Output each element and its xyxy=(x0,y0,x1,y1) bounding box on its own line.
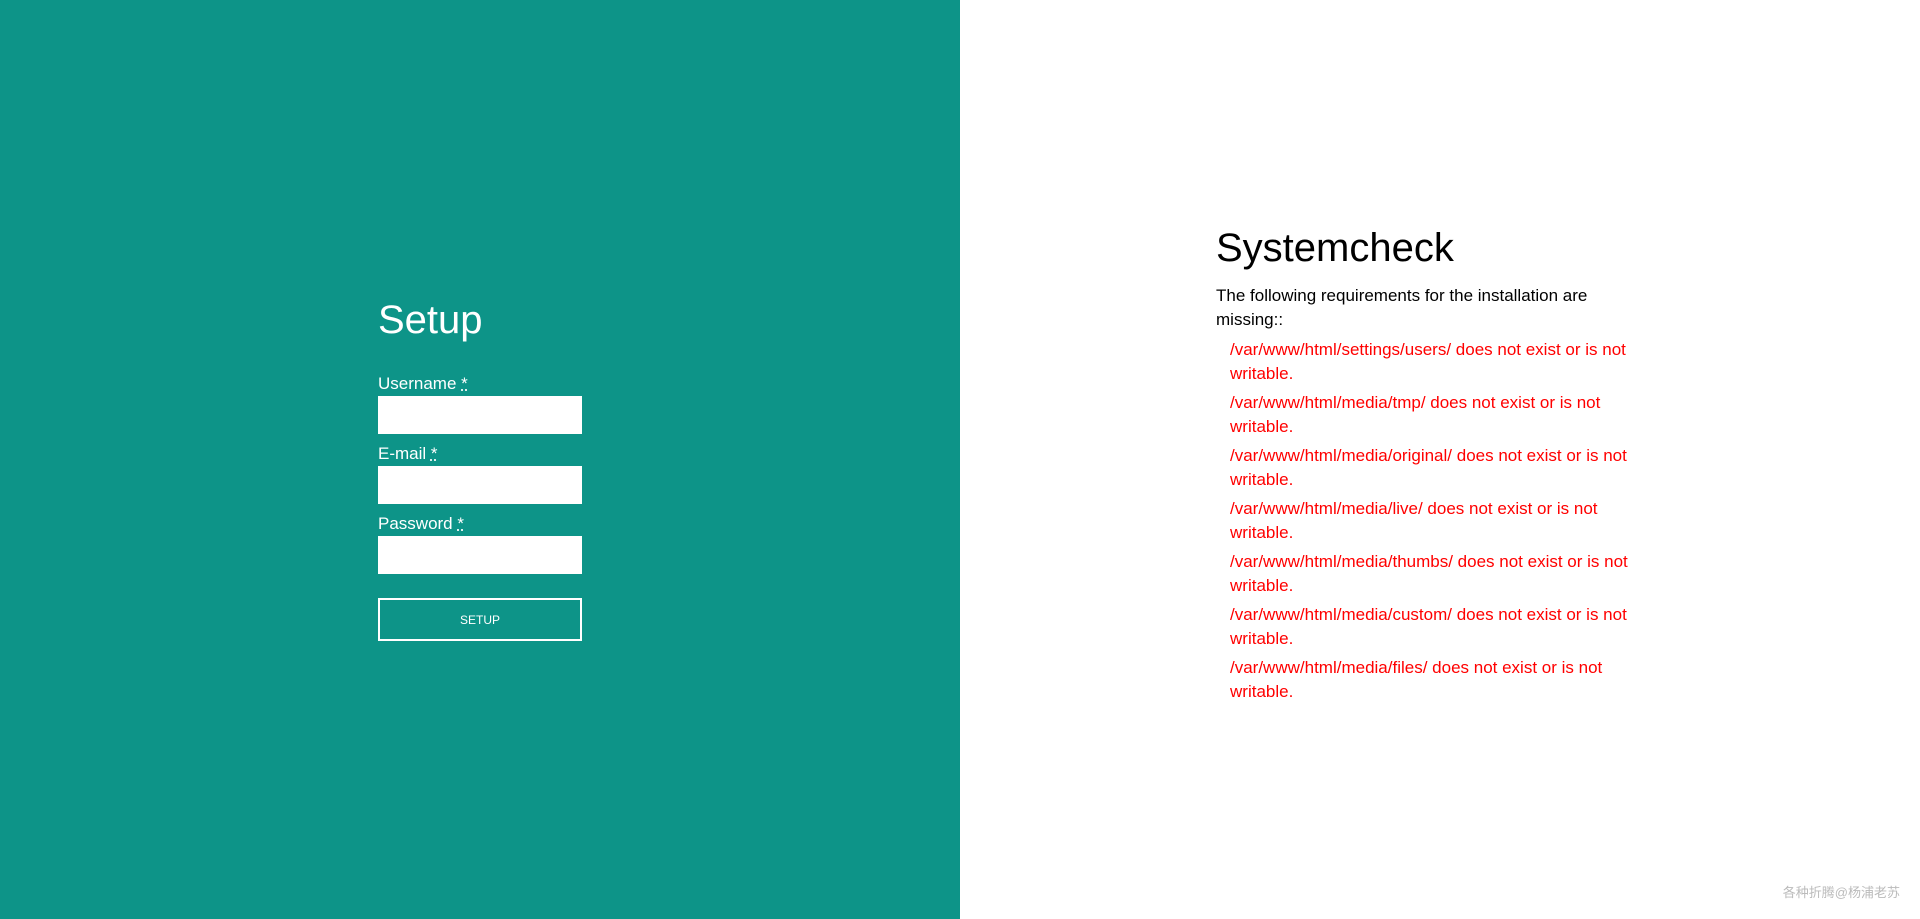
error-item: /var/www/html/media/files/ does not exis… xyxy=(1230,658,1603,701)
systemcheck-section: Systemcheck The following requirements f… xyxy=(1216,224,1646,709)
error-item: /var/www/html/media/original/ does not e… xyxy=(1230,446,1627,489)
required-marker: * xyxy=(461,374,468,393)
error-item: /var/www/html/settings/users/ does not e… xyxy=(1230,340,1626,383)
systemcheck-panel: Systemcheck The following requirements f… xyxy=(960,0,1920,919)
watermark: 各种折腾@杨浦老苏 xyxy=(1782,885,1900,900)
error-item: /var/www/html/media/thumbs/ does not exi… xyxy=(1230,552,1628,595)
email-label: E-mail * xyxy=(378,444,438,463)
username-label: Username * xyxy=(378,374,468,393)
required-marker: * xyxy=(430,444,438,463)
password-input[interactable] xyxy=(378,536,582,574)
systemcheck-title: Systemcheck xyxy=(1216,226,1454,270)
error-item: /var/www/html/media/custom/ does not exi… xyxy=(1230,605,1627,648)
username-input[interactable] xyxy=(378,396,582,434)
email-input[interactable] xyxy=(378,466,582,504)
setup-button[interactable]: SETUP xyxy=(378,598,582,641)
password-label: Password * xyxy=(378,514,464,533)
required-marker: * xyxy=(457,514,464,533)
error-list: /var/www/html/settings/users/ does not e… xyxy=(1216,338,1646,704)
systemcheck-intro: The following requirements for the insta… xyxy=(1216,286,1588,329)
setup-title: Setup xyxy=(378,298,483,342)
error-item: /var/www/html/media/live/ does not exist… xyxy=(1230,499,1598,542)
error-item: /var/www/html/media/tmp/ does not exist … xyxy=(1230,393,1601,436)
setup-form: Setup Username * E-mail * Password * SET… xyxy=(378,296,582,641)
setup-panel: Setup Username * E-mail * Password * SET… xyxy=(0,0,960,919)
